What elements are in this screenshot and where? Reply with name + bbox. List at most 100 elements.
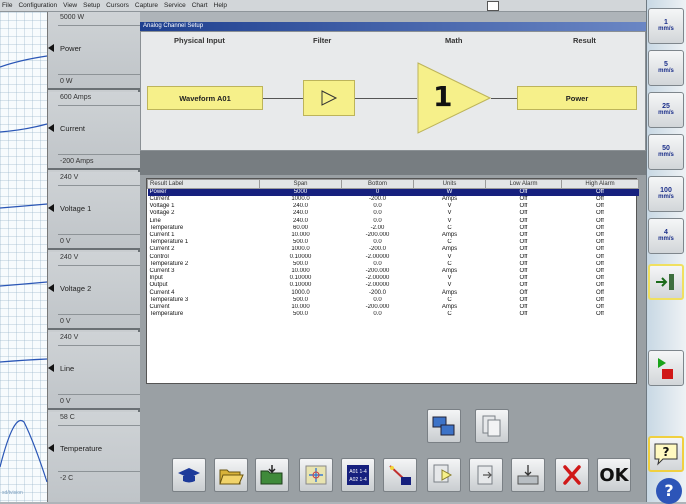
graduation-cap-icon: [178, 468, 200, 483]
jump-to-end-button[interactable]: [648, 264, 684, 300]
help-button[interactable]: ?: [648, 436, 684, 472]
filter-box[interactable]: [303, 80, 355, 116]
speed-5-button[interactable]: 5 mm/s: [648, 50, 684, 86]
channel-line[interactable]: 240 V Line 0 V: [48, 332, 140, 410]
cell-units: Amps: [441, 303, 458, 310]
input-card-button[interactable]: A01 1-4 A02 1-4: [341, 458, 375, 492]
cell-span: 500.0: [292, 296, 308, 303]
cell-span: 10.000: [291, 303, 310, 310]
speed-1-button[interactable]: 1 mm/s: [648, 8, 684, 44]
menu-setup[interactable]: Setup: [83, 2, 100, 9]
cell-low-alarm: Off: [519, 196, 528, 203]
copy-setup-button[interactable]: [427, 409, 461, 443]
table-body: Power 5000 0 W Off Off Current 1000.0 -200.0 Amps…: [147, 188, 639, 319]
channel-bottom-scale: -200 Amps: [60, 158, 94, 165]
strip-footer: sd/tvision: [2, 490, 23, 496]
cell-high-alarm: Off: [596, 311, 604, 318]
channel-divider: [58, 394, 140, 395]
record-button[interactable]: [648, 350, 684, 386]
table-row[interactable]: Temperature 500.0 0.0 C Off Off: [148, 311, 639, 318]
cell-low-alarm: Off: [519, 289, 528, 296]
cell-high-alarm: Off: [596, 289, 604, 296]
home-button[interactable]: [172, 458, 206, 492]
save-folder-button[interactable]: [255, 458, 289, 492]
filter-symbol-icon: [321, 90, 338, 106]
menu-chart[interactable]: Chart: [192, 2, 208, 9]
menu-service[interactable]: Service: [164, 2, 186, 9]
menu-file[interactable]: File: [2, 2, 12, 9]
speed-unit: mm/s: [658, 236, 674, 242]
speed-4-button[interactable]: 4 mm/s: [648, 218, 684, 254]
channel-name: Line: [60, 364, 75, 373]
table-row[interactable]: Voltage 2 240.0 0.0 V Off Off: [148, 210, 639, 217]
physical-input-box[interactable]: Waveform A01: [147, 86, 263, 110]
cell-span: 0.10000: [289, 275, 312, 282]
table-row[interactable]: Current 1 10.000 -200.000 Amps Off Off: [148, 232, 639, 239]
table-row[interactable]: Voltage 1 240.0 0.0 V Off Off: [148, 203, 639, 210]
header-result-label[interactable]: Result Label: [147, 179, 260, 189]
menu-configuration[interactable]: Configuration: [18, 2, 57, 9]
table-row[interactable]: Current 1000.0 -200.0 Amps Off Off: [148, 196, 639, 203]
table-row[interactable]: Temperature 1 500.0 0.0 C Off Off: [148, 239, 639, 246]
separator-band: [140, 151, 646, 175]
channel-bottom-scale: 0 W: [60, 78, 73, 85]
insert-channel-button[interactable]: [427, 458, 461, 492]
table-row[interactable]: Current 10.000 -200.000 Amps Off Off: [148, 304, 639, 311]
open-folder-button[interactable]: [214, 458, 248, 492]
speed-unit: mm/s: [658, 68, 674, 74]
header-units[interactable]: Units: [413, 179, 486, 189]
cell-units: C: [447, 311, 452, 318]
table-row[interactable]: Input 0.10000 -2.00000 V Off Off: [148, 275, 639, 282]
table-row[interactable]: Temperature 3 500.0 0.0 C Off Off: [148, 297, 639, 304]
channel-voltage-2[interactable]: 240 V Voltage 2 0 V: [48, 252, 140, 330]
speed-100-button[interactable]: 100 mm/s: [648, 176, 684, 212]
header-bottom[interactable]: Bottom: [341, 179, 414, 189]
menu-indicator-box[interactable]: [487, 1, 499, 11]
print-button[interactable]: [511, 458, 545, 492]
cell-label: Temperature 2: [149, 260, 189, 267]
cell-label: Temperature: [149, 311, 184, 318]
cancel-button[interactable]: [555, 458, 589, 492]
result-box[interactable]: Power: [517, 86, 637, 110]
menu-view[interactable]: View: [63, 2, 77, 9]
export-channel-button[interactable]: [469, 458, 503, 492]
channel-voltage-1[interactable]: 240 V Voltage 1 0 V: [48, 172, 140, 250]
menu-capture[interactable]: Capture: [135, 2, 158, 9]
cell-low-alarm: Off: [519, 296, 528, 303]
channel-temperature[interactable]: 58 C Temperature -2 C: [48, 412, 140, 502]
channel-power[interactable]: 5000 W Power 0 W: [48, 12, 140, 90]
table-row[interactable]: Output 0.10000 -2.00000 V Off Off: [148, 282, 639, 289]
table-row[interactable]: Current 2 1000.0 -200.0 Amps Off Off: [148, 246, 639, 253]
speed-25-button[interactable]: 25 mm/s: [648, 92, 684, 128]
ok-button[interactable]: OK: [597, 458, 631, 492]
cell-low-alarm: Off: [519, 239, 528, 246]
header-span[interactable]: Span: [259, 179, 342, 189]
channel-marker-icon: [48, 444, 54, 452]
channel-current[interactable]: 600 Amps Current -200 Amps: [48, 92, 140, 170]
cell-label: Temperature 3: [149, 296, 189, 303]
cell-low-alarm: Off: [519, 217, 528, 224]
menu-cursors[interactable]: Cursors: [106, 2, 129, 9]
math-triangle[interactable]: [417, 62, 491, 134]
table-row[interactable]: Temperature 2 500.0 0.0 C Off Off: [148, 261, 639, 268]
cell-label: Output: [149, 282, 168, 289]
cell-high-alarm: Off: [596, 253, 604, 260]
cell-label: Control: [149, 253, 169, 260]
assign-button[interactable]: [383, 458, 417, 492]
info-help-icon[interactable]: ?: [656, 478, 682, 504]
table-row[interactable]: Line 240.0 0.0 V Off Off: [148, 218, 639, 225]
header-high-alarm[interactable]: High Alarm: [561, 179, 639, 189]
cell-units: C: [447, 239, 452, 246]
speed-50-button[interactable]: 50 mm/s: [648, 134, 684, 170]
table-row[interactable]: Power 5000 0 W Off Off: [147, 188, 639, 196]
cell-label: Temperature 1: [149, 239, 189, 246]
table-row[interactable]: Control 0.10000 -2.00000 V Off Off: [148, 254, 639, 261]
menu-help[interactable]: Help: [214, 2, 227, 9]
table-row[interactable]: Current 4 1000.0 -200.0 Amps Off Off: [148, 289, 639, 296]
calibrate-button[interactable]: [299, 458, 333, 492]
table-row[interactable]: Temperature 60.00 -2.00 C Off Off: [148, 225, 639, 232]
header-low-alarm[interactable]: Low Alarm: [485, 179, 562, 189]
table-row[interactable]: Current 3 10.000 -200.000 Amps Off Off: [148, 268, 639, 275]
speed-value: 1: [664, 19, 668, 26]
paste-setup-button[interactable]: [475, 409, 509, 443]
